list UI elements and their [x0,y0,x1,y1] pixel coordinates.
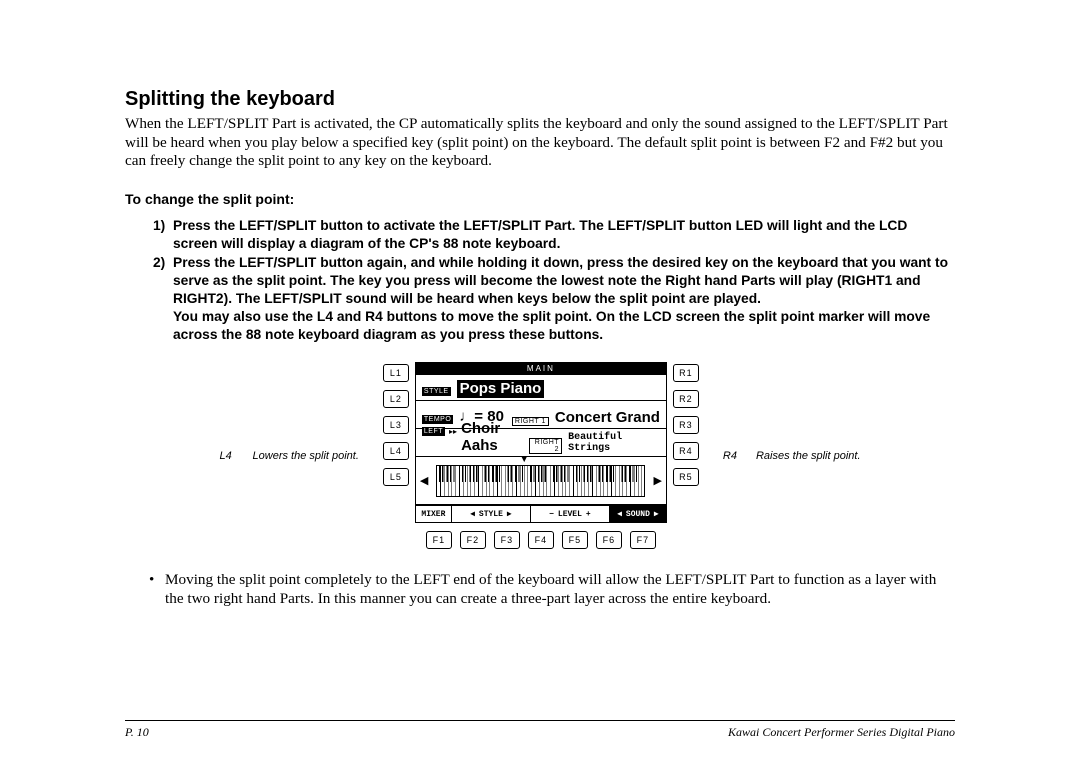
style-tag: STYLE [422,387,451,396]
split-marker-icon: ▼ [519,454,529,465]
caption-btn-id: R4 [723,450,753,462]
key-F6[interactable]: F6 [596,531,622,549]
note-text: Moving the split point completely to the… [165,571,955,608]
page-number: P. 10 [125,725,149,740]
key-L2[interactable]: L2 [383,390,409,408]
arrow-right-icon: ▶ [653,474,661,487]
step-1: 1) Press the LEFT/SPLIT button to activa… [153,217,955,253]
style-name: Pops Piano [457,380,545,398]
key-L3[interactable]: L3 [383,416,409,434]
step-text: Press the LEFT/SPLIT button again, and w… [173,254,955,344]
key-R5[interactable]: R5 [673,468,699,486]
note-bullet: • Moving the split point completely to t… [149,571,955,608]
key-R1[interactable]: R1 [673,364,699,382]
page-footer: P. 10 Kawai Concert Performer Series Dig… [125,720,955,740]
step-number: 1) [153,217,173,253]
caption-text: Lowers the split point. [253,450,359,462]
lcd-footer: MIXER ◀ STYLE ▶ − LEVEL + ◀ [416,505,666,522]
lcd-header: MAIN [416,363,666,375]
lcd-row-left: LEFT ▸▸ Choir Aahs RIGHT 2 Beautiful Str… [416,429,666,457]
key-F5[interactable]: F5 [562,531,588,549]
key-R2[interactable]: R2 [673,390,699,408]
step-number: 2) [153,254,173,344]
left-tag: LEFT [422,427,445,436]
minus-icon: − [549,510,554,519]
caption-left: L4 Lowers the split point. [219,450,358,462]
arrow-right-icon: ▶ [507,509,512,519]
key-L1[interactable]: L1 [383,364,409,382]
key-R4[interactable]: R4 [673,442,699,460]
section-title: Splitting the keyboard [125,88,955,111]
level-selector: − LEVEL + [531,506,610,522]
procedure-steps: 1) Press the LEFT/SPLIT button to activa… [153,217,955,344]
right1-tag: RIGHT 1 [512,417,549,426]
key-R3[interactable]: R3 [673,416,699,434]
function-keys: F1 F2 F3 F4 F5 F6 F7 [426,531,656,549]
key-L4[interactable]: L4 [383,442,409,460]
manual-page: Splitting the keyboard When the LEFT/SPL… [0,0,1080,608]
right2-name: Beautiful Strings [568,432,660,454]
key-F1[interactable]: F1 [426,531,452,549]
key-L5[interactable]: L5 [383,468,409,486]
key-F2[interactable]: F2 [460,531,486,549]
step-2: 2) Press the LEFT/SPLIT button again, an… [153,254,955,344]
footer-title: Kawai Concert Performer Series Digital P… [728,725,955,740]
key-F3[interactable]: F3 [494,531,520,549]
style-selector: ◀ STYLE ▶ [452,506,531,522]
caption-btn-id: L4 [219,450,249,462]
keyboard-diagram [436,465,645,497]
right2-tag: RIGHT 2 [529,438,562,454]
tempo-tag: TEMPO [422,415,453,424]
bullet-icon: • [149,571,165,608]
caption-text: Raises the split point. [756,450,861,462]
arrow-left-icon: ◀ [470,509,475,519]
lcd-screen: MAIN STYLE Pops Piano [415,362,667,523]
mixer-label: MIXER [416,506,452,522]
lcd-keyboard-row: ◀ ▼ ▶ [416,457,666,505]
procedure-heading: To change the split point: [125,191,955,207]
caption-right: R4 Raises the split point. [723,450,861,462]
key-F4[interactable]: F4 [528,531,554,549]
left-keys: L1 L2 L3 L4 L5 [383,362,409,486]
sound-selector: ◀ SOUND ▶ [610,506,666,522]
plus-icon: + [586,510,591,519]
intro-paragraph: When the LEFT/SPLIT Part is activated, t… [125,115,955,171]
step-text: Press the LEFT/SPLIT button to activate … [173,217,955,253]
play-icon: ▸▸ [449,427,457,436]
arrow-right-icon: ▶ [654,509,659,519]
arrow-left-icon: ◀ [617,509,622,519]
key-F7[interactable]: F7 [630,531,656,549]
arrow-left-icon: ◀ [420,474,428,487]
lcd-row-style: STYLE Pops Piano [416,375,666,401]
right1-name: Concert Grand [555,409,660,426]
right-keys: R1 R2 R3 R4 R5 [673,362,699,486]
lcd-figure: L4 Lowers the split point. L1 L2 L3 L4 L… [125,362,955,549]
lcd-block: L1 L2 L3 L4 L5 MAIN STYLE Pops Piano [383,362,699,549]
